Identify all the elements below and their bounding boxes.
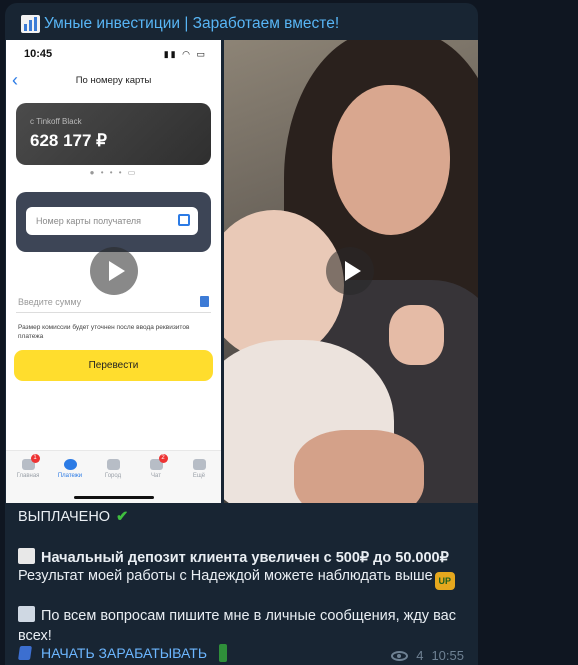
phone-time: 10:45 bbox=[24, 48, 53, 60]
channel-header[interactable]: Умные инвестиции | Заработаем вместе! bbox=[21, 12, 339, 36]
tab-main: 1 Главная bbox=[16, 454, 40, 479]
video-thumbnail-right[interactable] bbox=[224, 40, 478, 503]
tab-chat: 2 Чат bbox=[136, 454, 176, 479]
video-thumbnail-left[interactable]: 10:45 ▮▮ ◠ ▭ ‹ По номеру карты с Tinkoff… bbox=[6, 40, 221, 503]
play-icon[interactable] bbox=[326, 247, 374, 295]
views-count: 4 bbox=[416, 648, 424, 663]
channel-title[interactable]: Умные инвестиции | Заработаем вместе! bbox=[44, 15, 339, 33]
commission-hint: Размер комиссии будет уточнен после ввод… bbox=[18, 324, 190, 341]
recipient-card-field: Номер карты получателя bbox=[26, 207, 198, 235]
message-bubble: Умные инвестиции | Заработаем вместе! 10… bbox=[5, 3, 478, 665]
check-mark-icon: ✔ bbox=[116, 509, 129, 525]
diamond-icon bbox=[18, 646, 32, 660]
home-indicator bbox=[74, 496, 154, 499]
carousel-dots: ● • • • ▭ bbox=[89, 168, 138, 177]
signal-wifi-battery-icon: ▮▮ ◠ ▭ bbox=[163, 49, 207, 59]
photo-face bbox=[332, 85, 450, 235]
scan-card-icon bbox=[178, 214, 190, 226]
photo-baby-hand bbox=[389, 305, 444, 365]
card-balance: 628 177 ₽ bbox=[30, 131, 107, 150]
payments-icon bbox=[63, 459, 77, 470]
phone-screen-title: По номеру карты bbox=[75, 75, 152, 86]
card-label: с Tinkoff Black bbox=[30, 117, 82, 126]
message-time: 10:55 bbox=[431, 648, 464, 663]
result-line: Результат моей работы с Надеждой можете … bbox=[18, 568, 455, 590]
money-icon bbox=[219, 644, 228, 662]
views-eye-icon bbox=[391, 650, 409, 661]
photo-arm bbox=[294, 430, 424, 503]
bank-card: с Tinkoff Black 628 177 ₽ bbox=[16, 103, 211, 165]
chat-icon: 2 bbox=[149, 454, 168, 470]
deposit-line: Начальный депозит клиента увеличен с 500… bbox=[18, 548, 449, 566]
amount-field: Введите сумму bbox=[18, 297, 82, 307]
city-icon bbox=[106, 459, 120, 470]
calculator-icon bbox=[200, 296, 209, 307]
message-meta: 4 10:55 bbox=[391, 648, 464, 663]
more-icon bbox=[192, 459, 206, 470]
play-icon[interactable] bbox=[90, 247, 138, 295]
transfer-button: Перевести bbox=[14, 350, 213, 381]
computer-icon bbox=[18, 606, 35, 622]
tab-more: Ещё bbox=[179, 459, 219, 479]
start-earning-link[interactable]: НАЧАТЬ ЗАРАБАТЫВАТЬ bbox=[18, 644, 228, 662]
paid-line: ВЫПЛАЧЕНО ✔ bbox=[18, 509, 129, 525]
home-icon: 1 bbox=[21, 454, 40, 470]
chart-emoji-icon bbox=[21, 15, 40, 33]
chart-increasing-icon bbox=[18, 548, 35, 564]
contact-line: По всем вопросам пишите мне в личные соо… bbox=[18, 606, 456, 644]
up-icon: UP bbox=[434, 572, 455, 590]
tab-city: Город bbox=[93, 459, 133, 479]
tab-payments: Платежи bbox=[50, 459, 90, 479]
recipient-block: Номер карты получателя bbox=[16, 192, 211, 252]
amount-underline bbox=[16, 312, 211, 313]
